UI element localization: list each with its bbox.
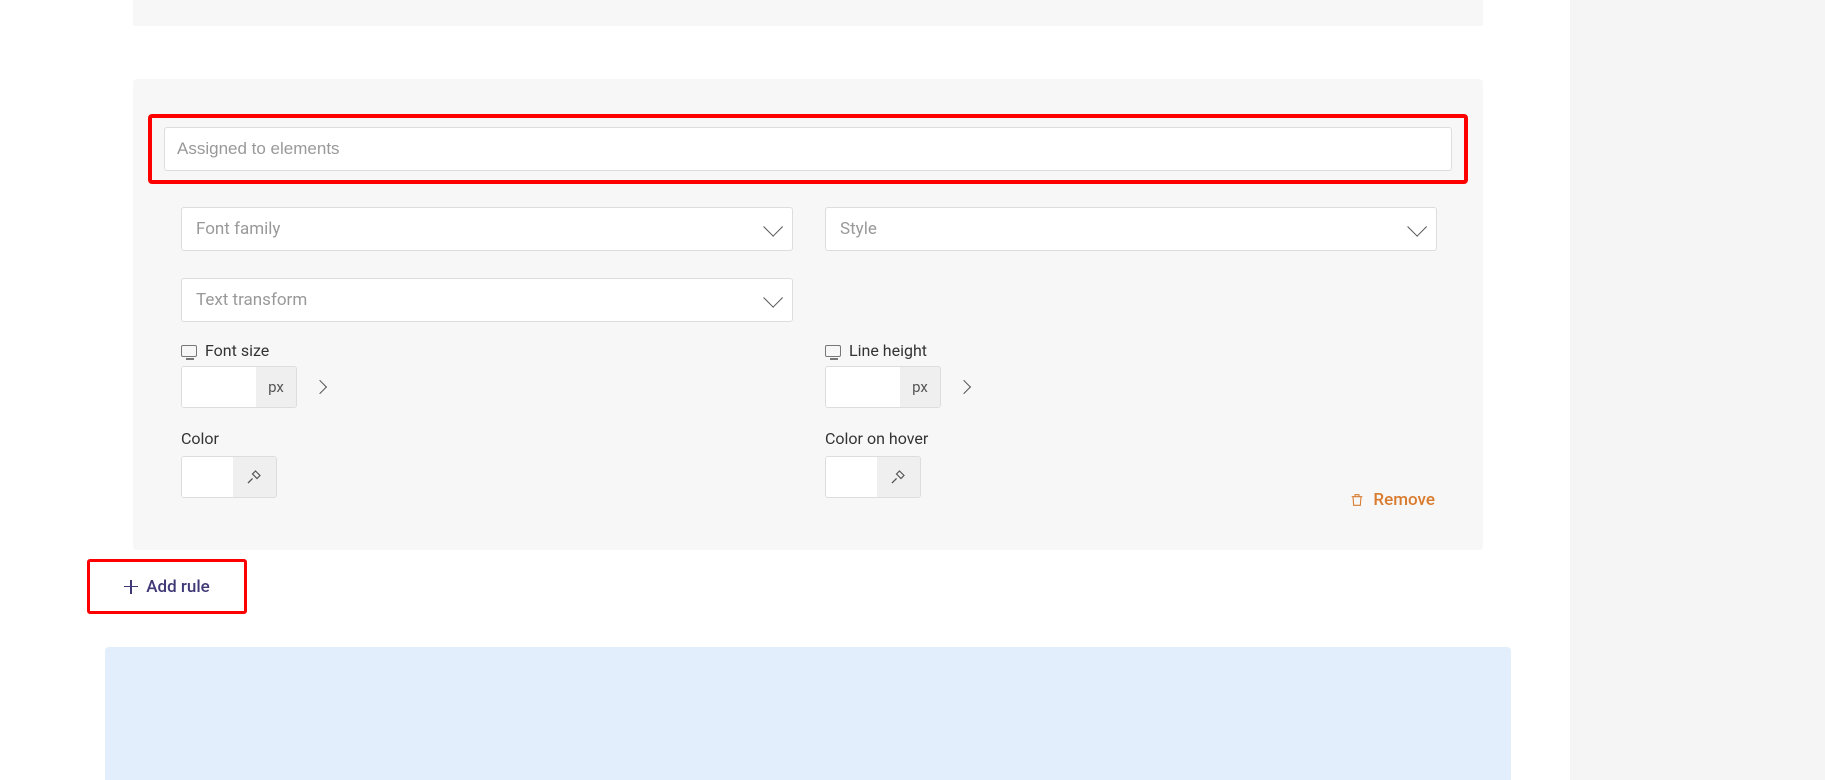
add-rule-highlight: Add rule [87,559,247,614]
color-swatch [182,457,233,497]
responsive-icon [181,345,197,357]
style-placeholder: Style [840,219,877,239]
eyedropper-icon[interactable] [233,457,276,497]
line-height-label: Line height [825,341,1437,360]
font-size-label: Font size [181,341,793,360]
trash-icon [1349,492,1365,508]
chevron-right-icon[interactable] [957,380,971,394]
chevron-right-icon[interactable] [313,380,327,394]
main-area: Font family Style Text transform Font si… [0,0,1570,780]
color-hover-picker[interactable] [825,456,921,498]
assigned-elements-highlight [148,114,1468,184]
remove-button[interactable]: Remove [1349,490,1435,510]
font-family-placeholder: Font family [196,219,280,239]
line-height-label-text: Line height [849,341,927,360]
line-height-unit[interactable]: px [900,367,940,407]
font-family-dropdown[interactable]: Font family [181,207,793,251]
add-rule-label: Add rule [146,577,210,597]
font-size-label-text: Font size [205,341,269,360]
chevron-down-icon [763,217,783,237]
rule-panel: Font family Style Text transform Font si… [133,79,1483,550]
remove-label: Remove [1373,490,1435,510]
chevron-down-icon [1407,217,1427,237]
line-height-input[interactable] [826,367,900,407]
eyedropper-icon[interactable] [877,457,920,497]
text-transform-placeholder: Text transform [196,290,307,310]
previous-panel-bottom [133,0,1483,26]
add-rule-button[interactable]: Add rule [124,577,210,597]
color-hover-label: Color on hover [825,429,1437,448]
font-size-unit[interactable]: px [256,367,296,407]
responsive-icon [825,345,841,357]
text-transform-dropdown[interactable]: Text transform [181,278,793,322]
style-dropdown[interactable]: Style [825,207,1437,251]
right-gutter [1570,0,1825,780]
font-size-input[interactable] [182,367,256,407]
chevron-down-icon [763,288,783,308]
color-picker[interactable] [181,456,277,498]
assigned-elements-input[interactable] [164,127,1452,171]
next-panel-top [105,647,1511,780]
plus-icon [124,580,138,594]
color-label: Color [181,429,793,448]
color-hover-swatch [826,457,877,497]
